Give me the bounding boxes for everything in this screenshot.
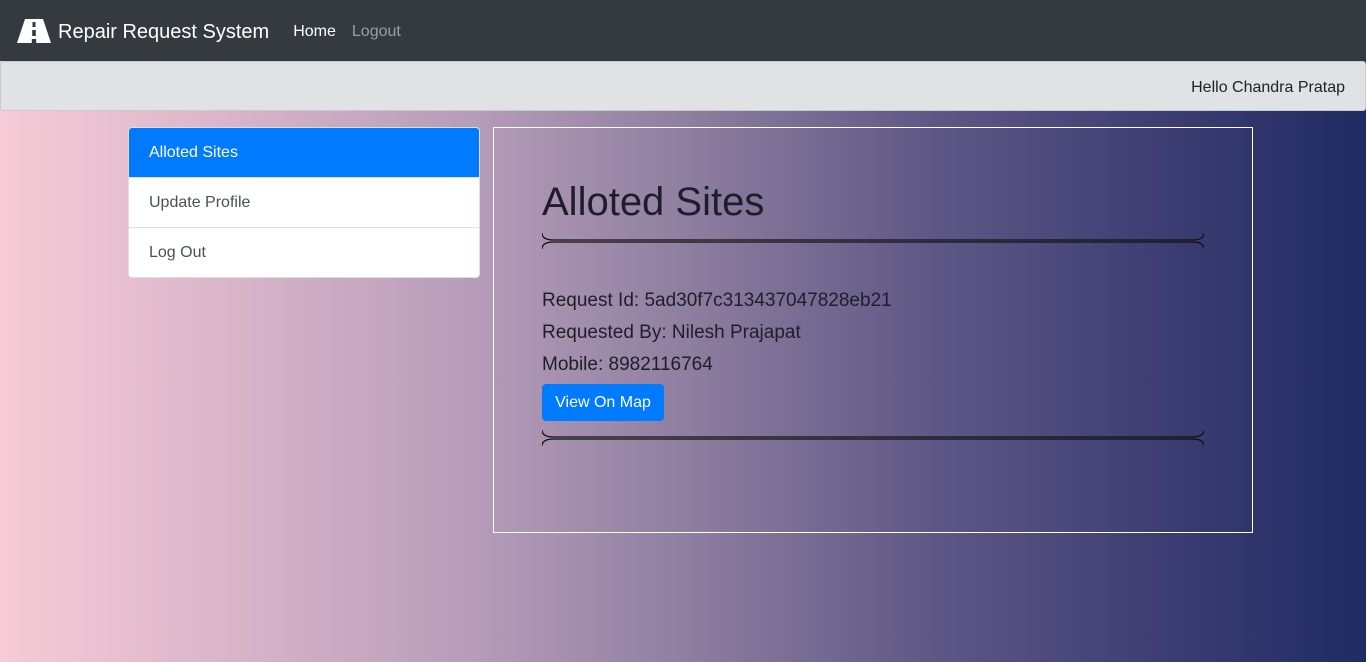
alloted-sites-panel: Alloted Sites Request Id: 5ad30f7c313437… <box>493 127 1253 533</box>
mobile-number: Mobile: 8982116764 <box>542 354 713 375</box>
sidebar-item-update-profile[interactable]: Update Profile <box>129 177 479 227</box>
brand-link[interactable]: Repair Request System <box>16 17 269 44</box>
nav-logout-link[interactable]: Logout <box>352 23 401 41</box>
sidebar-item-log-out[interactable]: Log Out <box>129 227 479 277</box>
top-navbar: Repair Request System Home Logout <box>0 0 1366 61</box>
nav-home-link[interactable]: Home <box>293 23 336 41</box>
road-icon <box>17 18 51 43</box>
section-divider <box>542 232 1204 250</box>
section-divider <box>542 429 1204 447</box>
sidebar-menu: Alloted Sites Update Profile Log Out <box>128 127 480 278</box>
user-greeting: Hello Chandra Pratap <box>1191 79 1345 96</box>
greeting-bar: Hello Chandra Pratap <box>0 61 1366 111</box>
brand-title: Repair Request System <box>58 21 270 43</box>
requested-by: Requested By: Nilesh Prajapat <box>542 322 801 343</box>
view-on-map-button[interactable]: View On Map <box>542 384 664 421</box>
request-id: Request Id: 5ad30f7c313437047828eb21 <box>542 290 892 311</box>
sidebar-item-alloted-sites[interactable]: Alloted Sites <box>129 128 479 177</box>
page-title: Alloted Sites <box>542 180 765 224</box>
